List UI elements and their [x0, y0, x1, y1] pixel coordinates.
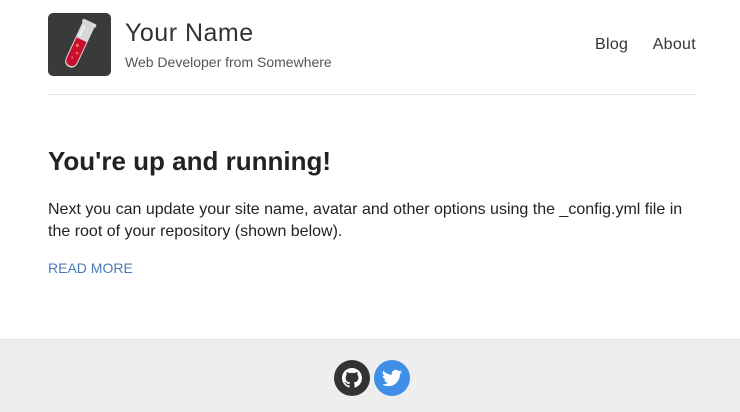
test-tube-icon [65, 18, 97, 68]
read-more-link[interactable]: READ MORE [48, 260, 133, 276]
nav-link-about[interactable]: About [653, 36, 696, 54]
post-excerpt: Next you can update your site name, avat… [48, 201, 683, 240]
main-nav: Blog About [575, 36, 696, 54]
twitter-icon [382, 369, 402, 387]
github-link[interactable] [334, 360, 370, 396]
site-description: Web Developer from Somewhere [125, 54, 332, 70]
masthead: Your Name Web Developer from Somewhere B… [48, 0, 696, 95]
twitter-link[interactable] [374, 360, 410, 396]
post-title[interactable]: You're up and running! [48, 146, 331, 177]
avatar[interactable] [48, 13, 111, 76]
site-name[interactable]: Your Name [125, 19, 254, 48]
nav-link-blog[interactable]: Blog [595, 36, 628, 54]
github-icon [342, 368, 362, 388]
footer [0, 339, 740, 412]
